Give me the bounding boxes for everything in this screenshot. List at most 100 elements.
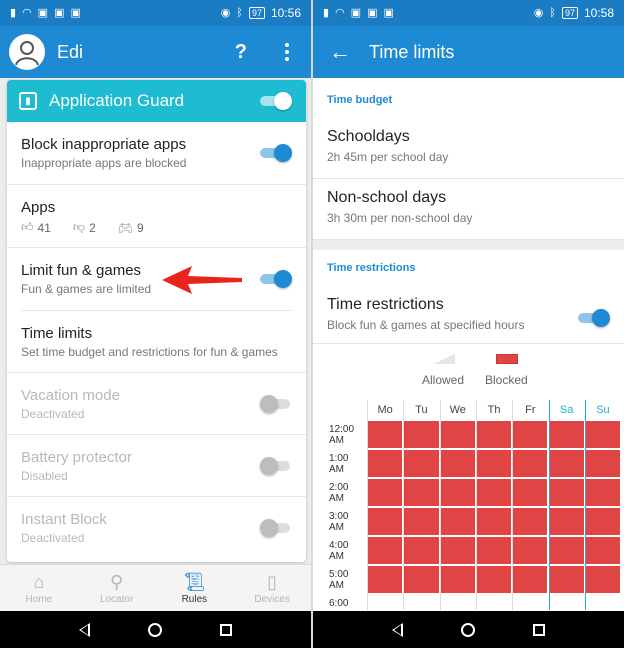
blocked-cell-mo-3[interactable] [368,508,403,535]
block-inappropriate-apps-row[interactable]: Block inappropriate apps Inappropriate a… [7,122,306,185]
blocked-cell-sa-2[interactable] [549,479,584,506]
blocked-cell-we-2[interactable] [440,479,475,506]
blocked-cell-su-2[interactable] [585,479,621,506]
time-restrictions-toggle[interactable] [578,309,610,327]
row-title: Block inappropriate apps [21,136,187,153]
overflow-menu-icon[interactable] [285,43,289,61]
home-key-icon[interactable] [461,622,475,637]
blocked-cell-sa-5[interactable] [549,566,584,593]
row-subtitle: Fun & games are limited [21,282,152,296]
limit-fun-games-toggle[interactable] [260,270,292,288]
app-bar: ← Time limits [313,26,624,78]
blocked-cell-we-4[interactable] [440,537,475,564]
blocked-cell-tu-0[interactable] [404,421,439,448]
row-subtitle: Set time budget and restrictions for fun… [21,345,278,359]
row-title: Limit fun & games [21,262,142,279]
back-key-icon[interactable] [392,622,403,637]
limit-fun-games-row[interactable]: Limit fun & games Fun & games are limite… [7,248,306,310]
blocked-cell-th-4[interactable] [476,537,512,564]
day-header-th: Th [487,404,501,416]
blocked-cell-we-1[interactable] [440,450,475,477]
non-school-days-row[interactable]: Non-school days 3h 30m per non-school da… [313,179,624,240]
schooldays-row[interactable]: Schooldays 2h 45m per school day [313,118,624,179]
devices-icon: ▯ [267,571,278,592]
blocked-cell-su-3[interactable] [585,508,621,535]
battery-protector-row[interactable]: Battery protector Disabled [7,435,306,497]
blocked-cell-su-0[interactable] [585,421,621,448]
day-header-sa: Sa [559,404,574,416]
recents-key-icon[interactable] [533,623,545,636]
blocked-cell-th-2[interactable] [476,479,512,506]
notification-icon: ▣ [367,7,378,19]
blocked-cell-mo-2[interactable] [368,479,403,506]
blocked-cell-th-5[interactable] [476,566,512,593]
blocked-cell-tu-1[interactable] [404,450,439,477]
bluetooth-icon: ᛒ [236,7,243,19]
blocked-cell-fr-1[interactable] [513,450,548,477]
time-label: 5:00 AM [329,569,349,591]
signal-icon: ▮ [323,7,330,19]
instant-block-row[interactable]: Instant Block Deactivated [7,497,306,559]
battery-level: 97 [248,7,265,19]
clock: 10:56 [270,6,301,20]
time-restrictions-row[interactable]: Time restrictions Block fun & games at s… [313,286,624,344]
scroll-icon: 📜︎ [182,571,206,592]
blocked-cell-fr-4[interactable] [513,537,548,564]
instant-block-toggle[interactable] [260,519,292,537]
row-title: Apps [21,199,56,216]
blocked-cell-fr-5[interactable] [513,566,548,593]
blocked-cell-mo-1[interactable] [368,450,403,477]
blocked-cell-fr-3[interactable] [513,508,548,535]
blocked-cell-mo-4[interactable] [368,537,403,564]
nav-locator[interactable]: ⚲ Locator [78,565,156,611]
child-name: Edi [57,41,84,62]
nav-rules[interactable]: 📜︎ Rules [156,565,234,611]
screen-time-limits: ▮ ◠ ▣ ▣ ▣ ◉ ᛒ 97 10:58 ← Time limits Tim… [313,0,624,648]
notification-icon: ▣ [70,7,81,19]
nav-devices[interactable]: ▯ Devices [233,565,311,611]
home-key-icon[interactable] [148,622,162,637]
blocked-cell-th-3[interactable] [476,508,512,535]
blocked-cell-we-3[interactable] [440,508,475,535]
back-arrow-icon[interactable]: ← [329,39,353,65]
vacation-mode-toggle[interactable] [260,395,292,413]
blocked-cell-su-5[interactable] [585,566,621,593]
blocked-cell-su-1[interactable] [585,450,621,477]
wifi-icon: ◠ [335,7,345,19]
blocked-cell-fr-2[interactable] [513,479,548,506]
blocked-cell-mo-5[interactable] [368,566,403,593]
vacation-mode-row[interactable]: Vacation mode Deactivated [7,373,306,435]
nav-label: Home [25,593,53,605]
blocked-cell-we-5[interactable] [440,566,475,593]
recents-key-icon[interactable] [220,623,232,636]
bottom-navigation: ⌂ Home ⚲ Locator 📜︎ Rules ▯ Devices [0,564,311,611]
blocked-cell-tu-5[interactable] [404,566,439,593]
blocked-cell-fr-0[interactable] [513,421,548,448]
blocked-cell-sa-4[interactable] [549,537,584,564]
time-limits-row[interactable]: Time limits Set time budget and restrict… [7,311,306,373]
avatar[interactable] [9,34,45,70]
help-button[interactable]: ? [235,41,247,64]
battery-protector-toggle[interactable] [260,457,292,475]
time-label: 3:00 AM [329,511,349,533]
nav-home[interactable]: ⌂ Home [0,565,78,611]
blocked-cell-sa-1[interactable] [549,450,584,477]
row-subtitle: Deactivated [21,531,85,545]
apps-row[interactable]: Apps 👍︎ 41 👎︎ 2 🎮︎ 9 [7,185,306,248]
blocked-cell-sa-0[interactable] [549,421,584,448]
blocked-cell-su-4[interactable] [585,537,621,564]
blocked-cell-tu-2[interactable] [404,479,439,506]
schedule-grid[interactable]: Mo Tu We Th Fr Sa Su 12:00 AM 1:00 AM 2:00 AM 3:00 AM 4… [313,400,624,610]
application-guard-toggle[interactable] [260,92,292,110]
blocked-cell-tu-3[interactable] [404,508,439,535]
blocked-cell-sa-3[interactable] [549,508,584,535]
blocked-cell-th-1[interactable] [476,450,512,477]
legend-blocked: Blocked [485,373,528,387]
row-title: Battery protector [21,449,132,466]
blocked-cell-tu-4[interactable] [404,537,439,564]
block-inappropriate-apps-toggle[interactable] [260,144,292,162]
blocked-cell-we-0[interactable] [440,421,475,448]
blocked-cell-mo-0[interactable] [368,421,403,448]
back-key-icon[interactable] [79,622,90,637]
blocked-cell-th-0[interactable] [476,421,512,448]
